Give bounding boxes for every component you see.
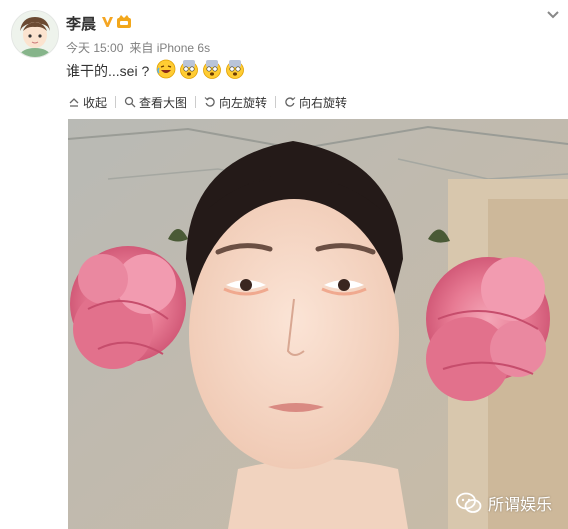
shocked-emoji <box>180 60 198 79</box>
post-meta: 今天 15:00 来自 iPhone 6s <box>66 39 210 56</box>
rotate-right-icon <box>285 97 296 107</box>
avatar[interactable] <box>11 10 59 58</box>
chevron-down-icon[interactable] <box>546 10 560 20</box>
post-photo[interactable]: 所谓娱乐 <box>68 119 568 529</box>
verified-icon <box>102 17 113 27</box>
watermark-text: 所谓娱乐 <box>487 497 552 514</box>
post-text: 谁干的...sei ? <box>66 63 150 79</box>
rotate-left-icon <box>204 97 215 107</box>
divider <box>275 96 277 108</box>
collapse-button[interactable]: 收起 <box>68 94 107 111</box>
vip-icon[interactable] <box>116 14 132 29</box>
wechat-icon <box>456 492 482 513</box>
rotate-right-button[interactable]: 向右旋转 <box>284 94 347 111</box>
magnifier-icon <box>124 96 136 108</box>
collapse-label: 收起 <box>83 95 108 110</box>
rotate-left-button[interactable]: 向左旋转 <box>204 94 267 111</box>
weibo-post: 李晨 今天 15:00 来自 iPhone 6s 谁干的...sei ? 收起 … <box>0 0 568 529</box>
post-source[interactable]: 来自 iPhone 6s <box>129 41 210 55</box>
username[interactable]: 李晨 <box>66 13 96 34</box>
view-large-button[interactable]: 查看大图 <box>124 94 187 111</box>
shocked-emoji <box>203 60 221 79</box>
shocked-emoji <box>226 60 244 79</box>
divider <box>195 96 197 108</box>
collapse-icon <box>69 98 79 107</box>
divider <box>115 96 117 108</box>
rotate-right-label: 向右旋转 <box>299 95 348 110</box>
rotate-left-label: 向左旋转 <box>219 95 268 110</box>
image-toolbar: 收起 查看大图 向左旋转 向右旋转 <box>68 92 347 112</box>
emoji-row <box>156 59 245 81</box>
watermark: 所谓娱乐 <box>456 491 552 515</box>
view-large-label: 查看大图 <box>139 95 188 110</box>
post-time[interactable]: 今天 15:00 <box>66 41 123 55</box>
portrait-image <box>68 119 568 529</box>
laughing-cry-emoji <box>156 59 176 79</box>
